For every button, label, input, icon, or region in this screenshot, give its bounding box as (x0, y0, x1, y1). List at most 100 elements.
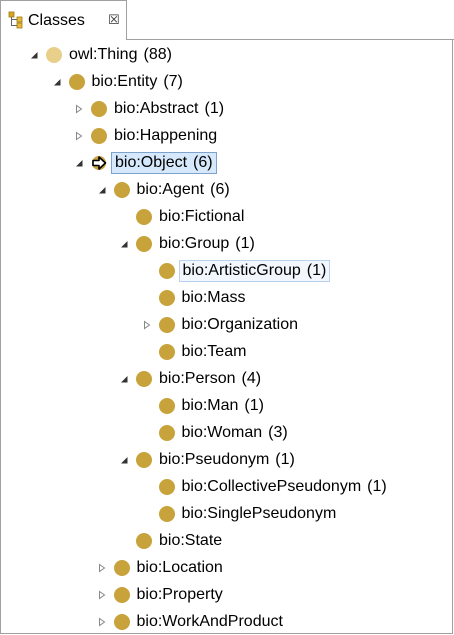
class-name: bio:Person (159, 370, 236, 387)
tree-row[interactable]: bio:Abstract (1) (1, 96, 454, 122)
class-label[interactable]: bio:Agent (6) (134, 180, 233, 200)
expanded-arrow-icon[interactable] (52, 77, 62, 87)
class-label[interactable]: bio:CollectivePseudonym (1) (179, 477, 390, 497)
tree-row[interactable]: bio:Object (6) (1, 150, 454, 176)
class-name: bio:Happening (114, 127, 218, 144)
collapsed-arrow-icon[interactable] (97, 563, 107, 573)
collapsed-arrow-icon[interactable] (142, 320, 152, 330)
expanded-arrow-icon[interactable] (119, 455, 129, 465)
expanded-arrow-icon[interactable] (97, 185, 107, 195)
class-label[interactable]: bio:Person (4) (156, 369, 264, 389)
class-label[interactable]: bio:SinglePseudonym (179, 504, 340, 524)
instance-count: (1) (235, 235, 255, 252)
class-name: bio:Group (159, 235, 230, 252)
collapsed-arrow-icon[interactable] (74, 131, 84, 141)
tree-row[interactable]: bio:Woman (3) (1, 420, 454, 446)
class-label[interactable]: bio:Mass (179, 288, 249, 308)
class-label[interactable]: bio:Man (1) (179, 396, 267, 416)
class-name: bio:Organization (181, 316, 299, 333)
class-dot-icon (158, 506, 175, 522)
class-dot-icon (158, 398, 175, 414)
class-name: bio:Fictional (159, 208, 245, 225)
tree-row[interactable]: bio:Person (4) (1, 366, 454, 392)
expanded-arrow-icon[interactable] (29, 50, 39, 60)
tree-row[interactable]: bio:Man (1) (1, 393, 454, 419)
class-label[interactable]: bio:Property (134, 585, 226, 605)
instance-count: (1) (275, 451, 295, 468)
tree-row[interactable]: owl:Thing (88) (1, 42, 454, 68)
tree-row[interactable]: bio:Property (1, 582, 454, 608)
class-label[interactable]: bio:Organization (179, 315, 302, 335)
class-name: bio:State (159, 532, 223, 549)
class-name: bio:Abstract (114, 100, 199, 117)
expanded-arrow-icon[interactable] (119, 374, 129, 384)
class-label[interactable]: bio:Happening (111, 126, 220, 146)
class-dot-icon (136, 452, 152, 468)
class-label[interactable]: bio:Woman (3) (179, 423, 291, 443)
tree-row[interactable]: bio:Group (1) (1, 231, 454, 257)
expanded-arrow-icon[interactable] (119, 239, 129, 249)
class-dot-icon (158, 317, 175, 333)
class-label[interactable]: bio:WorkAndProduct (134, 612, 286, 632)
collapsed-arrow-icon[interactable] (97, 590, 107, 600)
class-dot-icon (113, 614, 130, 630)
instance-count: (88) (143, 46, 172, 63)
class-name: bio:Agent (136, 181, 205, 198)
class-label[interactable]: bio:Abstract (1) (111, 99, 227, 119)
tree-row[interactable]: bio:ArtisticGroup (1) (1, 258, 454, 284)
close-icon[interactable]: ☒ (108, 12, 120, 28)
class-label[interactable]: owl:Thing (88) (66, 45, 175, 65)
class-label[interactable]: bio:ArtisticGroup (1) (178, 260, 331, 282)
class-label[interactable]: bio:Fictional (156, 207, 247, 227)
tree-row[interactable]: bio:Location (1, 555, 454, 581)
collapsed-arrow-icon[interactable] (74, 104, 84, 114)
tab-title: Classes (28, 12, 85, 29)
instance-count: (6) (210, 181, 230, 198)
instance-count: (7) (163, 73, 183, 90)
class-tree: owl:Thing (88) bio:Entity (7) bio:Abstract (1… (1, 40, 454, 634)
instance-count: (1) (204, 100, 225, 117)
class-label[interactable]: bio:Team (179, 342, 250, 362)
tree-row[interactable]: bio:Agent (6) (1, 177, 454, 203)
class-dot-icon (136, 533, 152, 549)
tree-row[interactable]: bio:Pseudonym (1) (1, 447, 454, 473)
class-dot-light-icon (46, 47, 62, 63)
tree-row[interactable]: bio:CollectivePseudonym (1) (1, 474, 454, 500)
tree-row[interactable]: bio:SinglePseudonym (1, 501, 454, 527)
tree-row[interactable]: bio:Organization (1, 312, 454, 338)
tree-row[interactable]: bio:Team (1, 339, 454, 365)
class-label[interactable]: bio:Entity (7) (89, 72, 186, 92)
class-dot-icon (158, 479, 175, 495)
class-label[interactable]: bio:Object (6) (111, 152, 217, 174)
tree-row[interactable]: bio:Entity (7) (1, 69, 454, 95)
class-name: bio:WorkAndProduct (136, 613, 283, 630)
instance-count: (4) (241, 370, 262, 387)
class-label[interactable]: bio:Location (134, 558, 226, 578)
class-dot-icon (68, 74, 85, 90)
class-name: bio:Man (181, 397, 239, 414)
class-dot-icon (158, 290, 175, 306)
class-label[interactable]: bio:Pseudonym (1) (156, 450, 298, 470)
class-name: bio:Property (136, 586, 223, 603)
class-hierarchy-icon (8, 11, 23, 29)
class-label[interactable]: bio:Group (1) (156, 234, 258, 254)
expanded-arrow-icon[interactable] (74, 158, 84, 168)
class-name: bio:Entity (91, 73, 158, 90)
class-name: bio:Team (181, 343, 247, 360)
tree-row[interactable]: bio:State (1, 528, 454, 554)
tree-row[interactable]: bio:Mass (1, 285, 454, 311)
class-name: bio:ArtisticGroup (182, 262, 301, 279)
tab-classes[interactable]: Classes ☒ (1, 0, 127, 40)
class-name: bio:CollectivePseudonym (181, 478, 362, 495)
class-dot-icon (158, 344, 175, 360)
class-dot-icon (136, 371, 152, 387)
tree-row[interactable]: bio:Happening (1, 123, 454, 149)
class-label[interactable]: bio:State (156, 531, 225, 551)
collapsed-arrow-icon[interactable] (97, 617, 107, 627)
class-name: bio:Mass (181, 289, 246, 306)
tree-row[interactable]: bio:WorkAndProduct (1, 609, 454, 635)
tree-row[interactable]: bio:Fictional (1, 204, 454, 230)
class-name: bio:Woman (181, 424, 263, 441)
class-dot-icon (158, 263, 175, 279)
class-name: bio:Location (136, 559, 223, 576)
